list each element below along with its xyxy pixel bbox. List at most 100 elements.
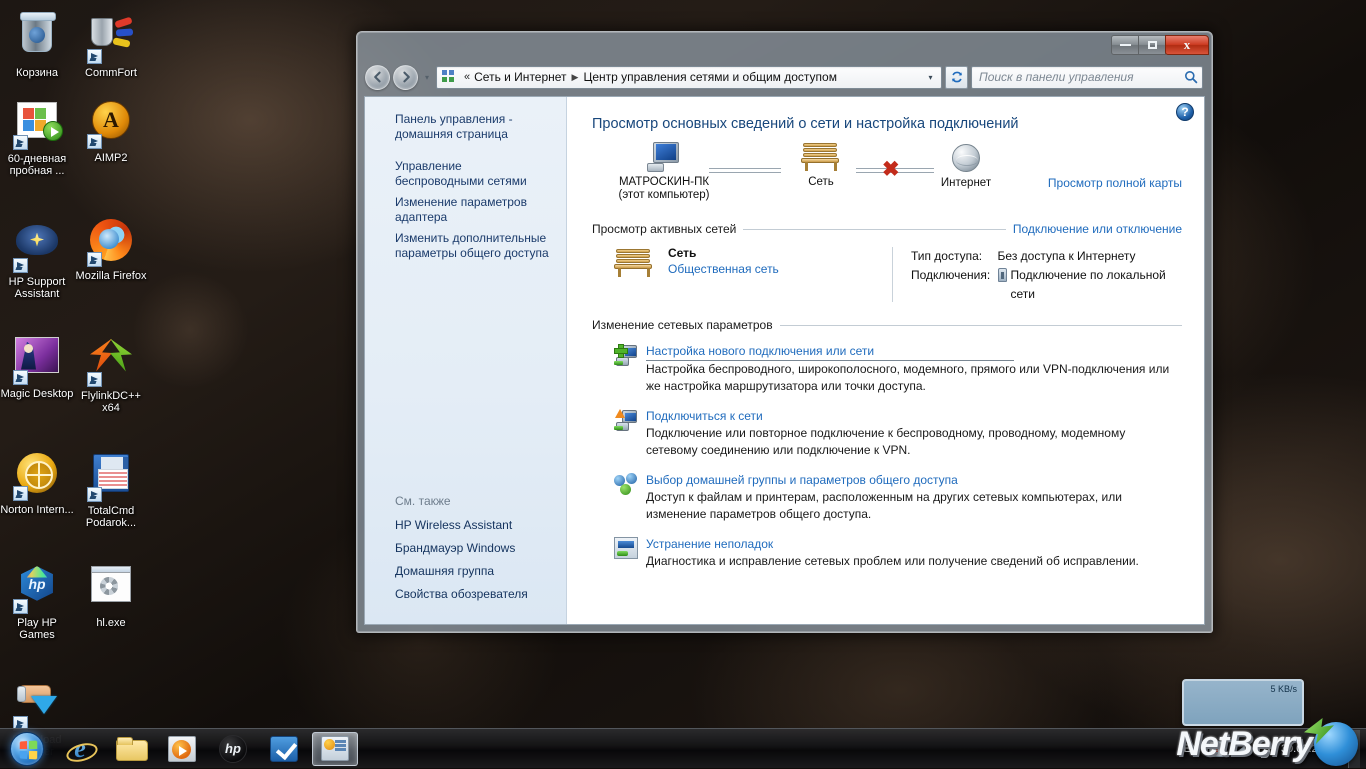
desktop-icon-recycle-bin[interactable]: Корзина xyxy=(0,6,74,80)
network-sharing-icon xyxy=(321,736,349,761)
forward-arrow-icon xyxy=(402,71,410,83)
taskbar-item-internet-explorer[interactable] xyxy=(57,732,103,766)
shortcut-arrow-icon xyxy=(13,134,28,150)
settings-item-title[interactable]: Подключиться к сети xyxy=(646,408,763,425)
maximize-button[interactable] xyxy=(1138,34,1166,55)
map-node-internet[interactable]: Интернет xyxy=(891,144,1041,190)
volume-icon[interactable] xyxy=(1253,741,1270,758)
sidebar: Панель управления - домашняя страница Уп… xyxy=(365,97,567,624)
desktop-icon-mozilla-firefox[interactable]: Mozilla Firefox xyxy=(74,210,148,301)
map-network-label: Сеть xyxy=(808,176,834,188)
network-speed-gadget[interactable]: 5 KB/s xyxy=(1182,679,1304,726)
close-button[interactable]: x xyxy=(1165,34,1209,55)
page-title: Просмотр основных сведений о сети и наст… xyxy=(592,116,1019,132)
forward-button[interactable] xyxy=(393,64,418,90)
desktop-icon-aimp2[interactable]: AIMP2 xyxy=(74,90,148,178)
settings-item-title[interactable]: Выбор домашней группы и параметров общег… xyxy=(646,472,958,489)
desktop-icon-row: Корзина CommFort xyxy=(0,6,160,90)
search-icon xyxy=(1185,71,1198,84)
breadcrumb-overflow[interactable]: « xyxy=(460,71,474,83)
language-indicator[interactable]: EN xyxy=(1180,743,1203,755)
desktop-icon-play-hp-games[interactable]: Play HP Games xyxy=(0,554,74,642)
desktop-icon-totalcmd[interactable]: TotalCmd Podarok... xyxy=(74,443,148,530)
aimp2-icon xyxy=(87,100,135,149)
view-full-map-link[interactable]: Просмотр полной карты xyxy=(1048,176,1182,190)
map-computer-name: МАТРОСКИН-ПК xyxy=(618,176,710,188)
sidebar-item-manage-wireless-networks[interactable]: Управление беспроводными сетями xyxy=(365,156,566,192)
connect-disconnect-link[interactable]: Подключение или отключение xyxy=(1013,222,1182,236)
network-sharing-center-window[interactable]: x ▾ « Сеть и Интернет ▶ Центр управления… xyxy=(356,31,1213,633)
desktop-icon-norton[interactable]: Norton Intern... xyxy=(0,443,74,530)
taskbar: EN 30.03.2010 xyxy=(0,728,1366,768)
media-player-icon xyxy=(168,735,196,762)
sidebar-item-change-adapter-settings[interactable]: Изменение параметров адаптера xyxy=(365,192,566,228)
map-computer-sub: (этот компьютер) xyxy=(618,189,710,201)
chevron-down-icon[interactable]: ▾ xyxy=(923,73,938,82)
see-also-item-windows-firewall[interactable]: Брандмауэр Windows xyxy=(365,537,566,560)
control-panel-icon xyxy=(441,69,457,85)
settings-item-body: Выбор домашней группы и параметров общег… xyxy=(646,471,1182,522)
active-network-name: Сеть xyxy=(668,246,697,260)
see-also-item-hp-wireless-assistant[interactable]: HP Wireless Assistant xyxy=(365,514,566,537)
window-title-bar[interactable]: x xyxy=(357,32,1212,58)
network-icon[interactable] xyxy=(1231,741,1247,757)
play-hp-games-icon xyxy=(13,566,61,614)
taskbar-item-checkmark-app[interactable] xyxy=(261,732,307,766)
taskbar-item-network-sharing-center[interactable] xyxy=(312,731,358,766)
sidebar-primary-links: Панель управления - домашняя страница Уп… xyxy=(365,109,566,264)
active-networks-title: Просмотр активных сетей xyxy=(592,222,737,236)
taskbar-item-windows-explorer[interactable] xyxy=(108,732,154,766)
taskbar-item-windows-media-player[interactable] xyxy=(159,732,205,766)
map-node-network[interactable]: Сеть xyxy=(746,142,896,189)
search-box[interactable]: Поиск в панели управления xyxy=(971,65,1203,89)
active-network-type-link[interactable]: Общественная сеть xyxy=(668,261,779,278)
start-orb-icon xyxy=(10,731,44,766)
window-controls: x xyxy=(1111,34,1209,55)
settings-item-troubleshoot[interactable]: Устранение неполадок Диагностика и испра… xyxy=(592,535,1182,570)
connect-to-network-icon xyxy=(614,407,646,458)
desktop-icon-label: Play HP Games xyxy=(17,616,57,642)
settings-item-title[interactable]: Настройка нового подключения или сети xyxy=(646,343,1015,361)
desktop-icon-flylinkdc[interactable]: FlylinkDC++ x64 xyxy=(74,325,148,415)
settings-item-title[interactable]: Устранение неполадок xyxy=(646,536,773,553)
breadcrumb-network-sharing-center[interactable]: Центр управления сетями и общим доступом xyxy=(583,70,837,84)
lan-connection-link[interactable]: Подключение по локальной сети xyxy=(997,266,1182,304)
new-connection-icon xyxy=(614,342,646,394)
back-button[interactable] xyxy=(365,64,390,90)
desktop-icon-commfort[interactable]: CommFort xyxy=(74,6,148,80)
desktop-icon-hp-support-assistant[interactable]: HP Support Assistant xyxy=(0,210,74,301)
settings-item-description: Диагностика и исправление сетевых пробле… xyxy=(646,554,1139,568)
action-center-icon[interactable] xyxy=(1208,740,1225,757)
clock-date[interactable]: 30.03.2010 xyxy=(1275,742,1342,756)
desktop-icon-hl-exe[interactable]: hl.exe xyxy=(74,554,148,642)
settings-item-connect-to-network[interactable]: Подключиться к сети Подключение или повт… xyxy=(592,407,1182,458)
taskbar-item-hp-app[interactable] xyxy=(210,732,256,766)
desktop-icon-label: FlylinkDC++ x64 xyxy=(81,389,141,415)
desktop-icon-row: 60-дневная пробная ... AIMP2 xyxy=(0,90,160,188)
see-also-item-homegroup[interactable]: Домашняя группа xyxy=(365,560,566,583)
hp-icon xyxy=(219,734,247,763)
desktop-icon-magic-desktop[interactable]: Magic Desktop xyxy=(0,325,74,415)
show-desktop-button[interactable] xyxy=(1348,729,1360,768)
minimize-button[interactable] xyxy=(1111,34,1139,55)
divider xyxy=(779,324,1182,326)
navigation-toolbar: ▾ « Сеть и Интернет ▶ Центр управления с… xyxy=(357,58,1212,96)
desktop-icon-office-trial[interactable]: 60-дневная пробная ... xyxy=(0,90,74,178)
see-also-item-internet-options[interactable]: Свойства обозревателя xyxy=(365,583,566,606)
lan-adapter-icon xyxy=(997,268,1007,282)
settings-item-homegroup-sharing[interactable]: Выбор домашней группы и параметров общег… xyxy=(592,471,1182,522)
settings-item-description: Доступ к файлам и принтерам, расположенн… xyxy=(646,490,1122,521)
refresh-button[interactable] xyxy=(945,65,968,89)
shortcut-arrow-icon xyxy=(13,485,28,501)
sidebar-item-control-panel-home[interactable]: Панель управления - домашняя страница xyxy=(365,109,566,145)
help-icon[interactable]: ? xyxy=(1176,103,1194,121)
address-bar[interactable]: « Сеть и Интернет ▶ Центр управления сет… xyxy=(436,65,942,89)
recent-pages-dropdown[interactable]: ▾ xyxy=(421,73,433,82)
start-button[interactable] xyxy=(2,730,52,768)
search-input[interactable]: Поиск в панели управления xyxy=(979,70,1184,84)
settings-item-setup-new-connection[interactable]: Настройка нового подключения или сети На… xyxy=(592,342,1182,394)
shortcut-arrow-icon xyxy=(87,49,102,64)
breadcrumb-network-internet[interactable]: Сеть и Интернет xyxy=(474,70,566,84)
sidebar-item-change-advanced-sharing-settings[interactable]: Изменить дополнительные параметры общего… xyxy=(365,228,566,264)
back-arrow-icon xyxy=(373,71,381,83)
